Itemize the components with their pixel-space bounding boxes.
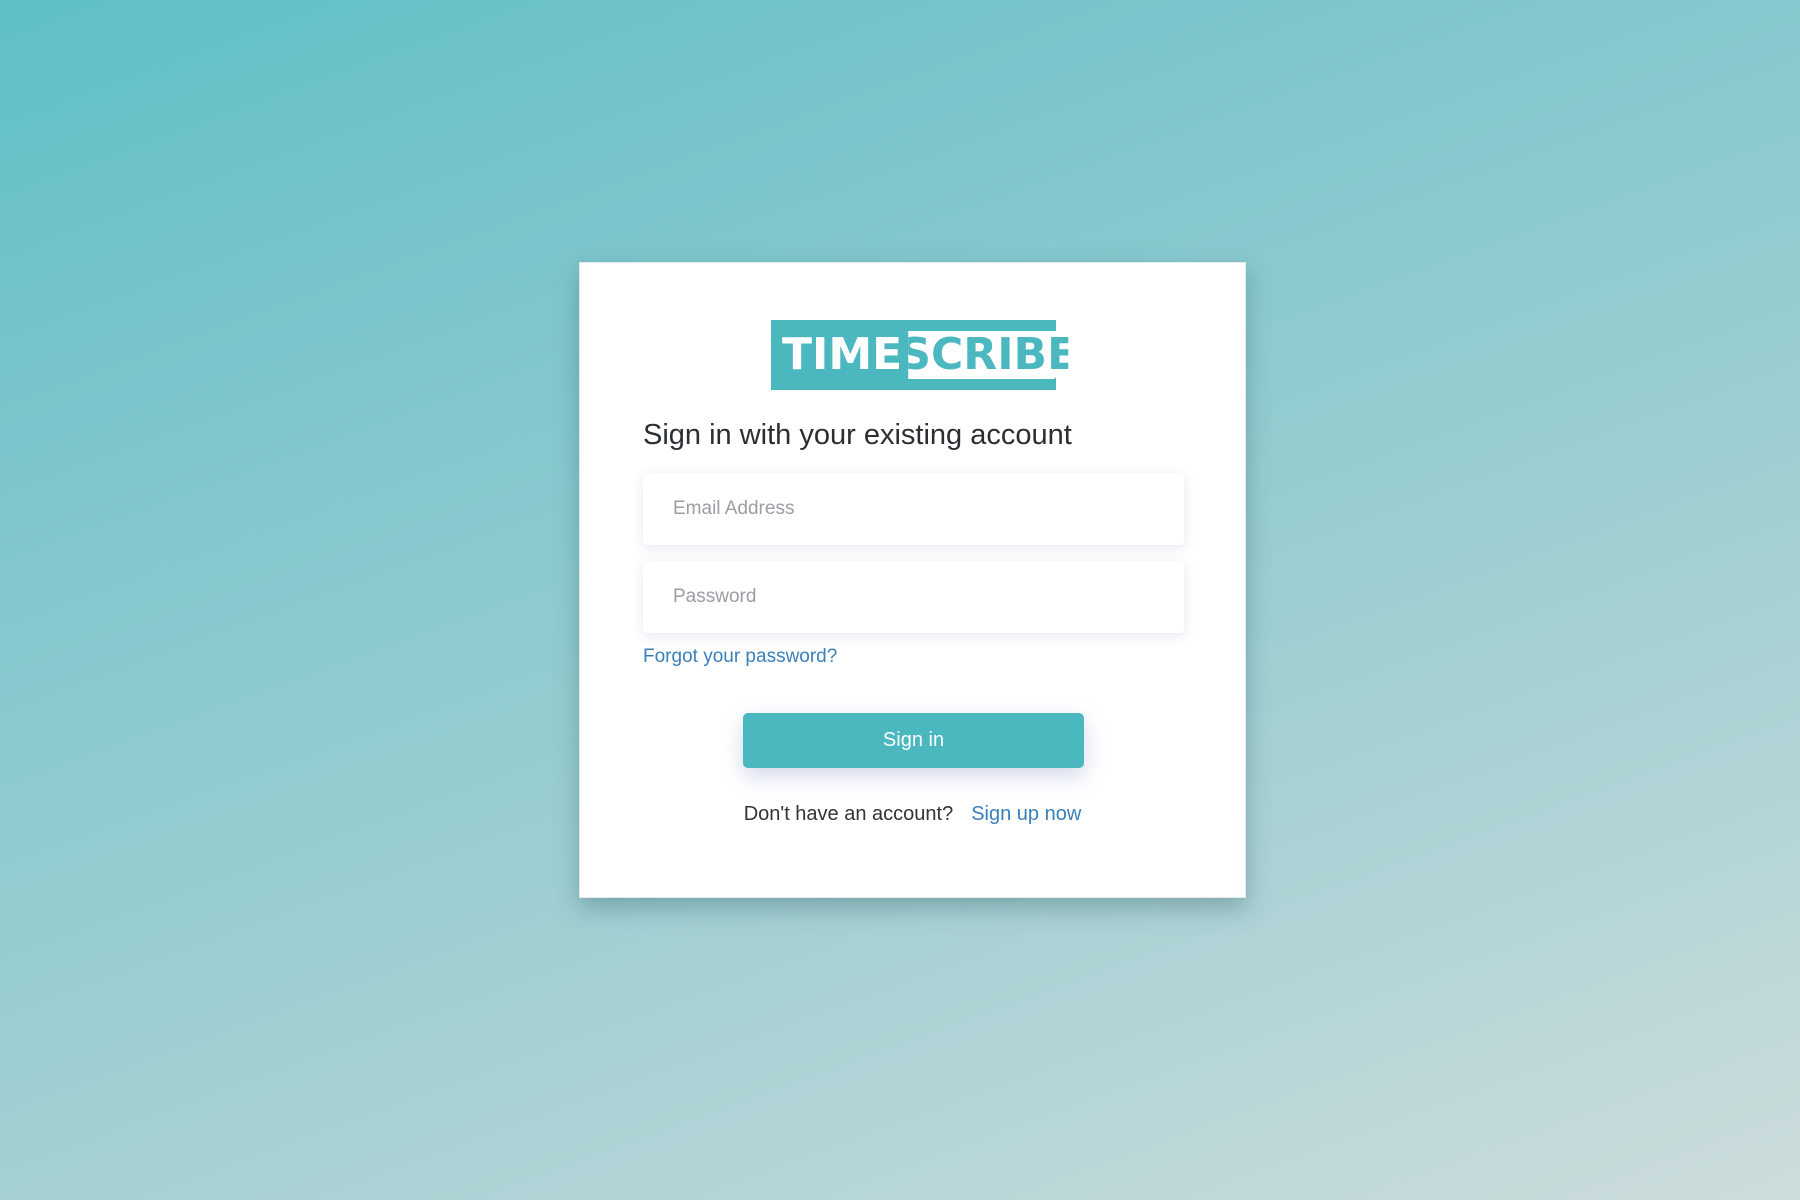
logo-text-scribe: SCRIBE <box>899 329 1078 380</box>
signup-row: Don't have an account? Sign up now <box>580 803 1245 826</box>
sign-in-button[interactable]: Sign in <box>743 713 1084 768</box>
password-field[interactable] <box>643 561 1184 633</box>
timescribe-logo: TIME SCRIBE <box>771 320 1069 390</box>
email-field[interactable] <box>643 473 1184 545</box>
login-card: TIME SCRIBE Sign in with your existing a… <box>579 262 1246 898</box>
page-title: Sign in with your existing account <box>643 419 1072 451</box>
forgot-password-link[interactable]: Forgot your password? <box>643 646 837 668</box>
sign-up-link[interactable]: Sign up now <box>971 803 1081 825</box>
logo-scribe-box: SCRIBE <box>908 331 1069 379</box>
login-page: { "logo": { "part1": "TIME", "part2": "S… <box>0 0 1800 1200</box>
logo-text-time: TIME <box>782 329 903 380</box>
signup-prompt: Don't have an account? <box>743 803 954 825</box>
